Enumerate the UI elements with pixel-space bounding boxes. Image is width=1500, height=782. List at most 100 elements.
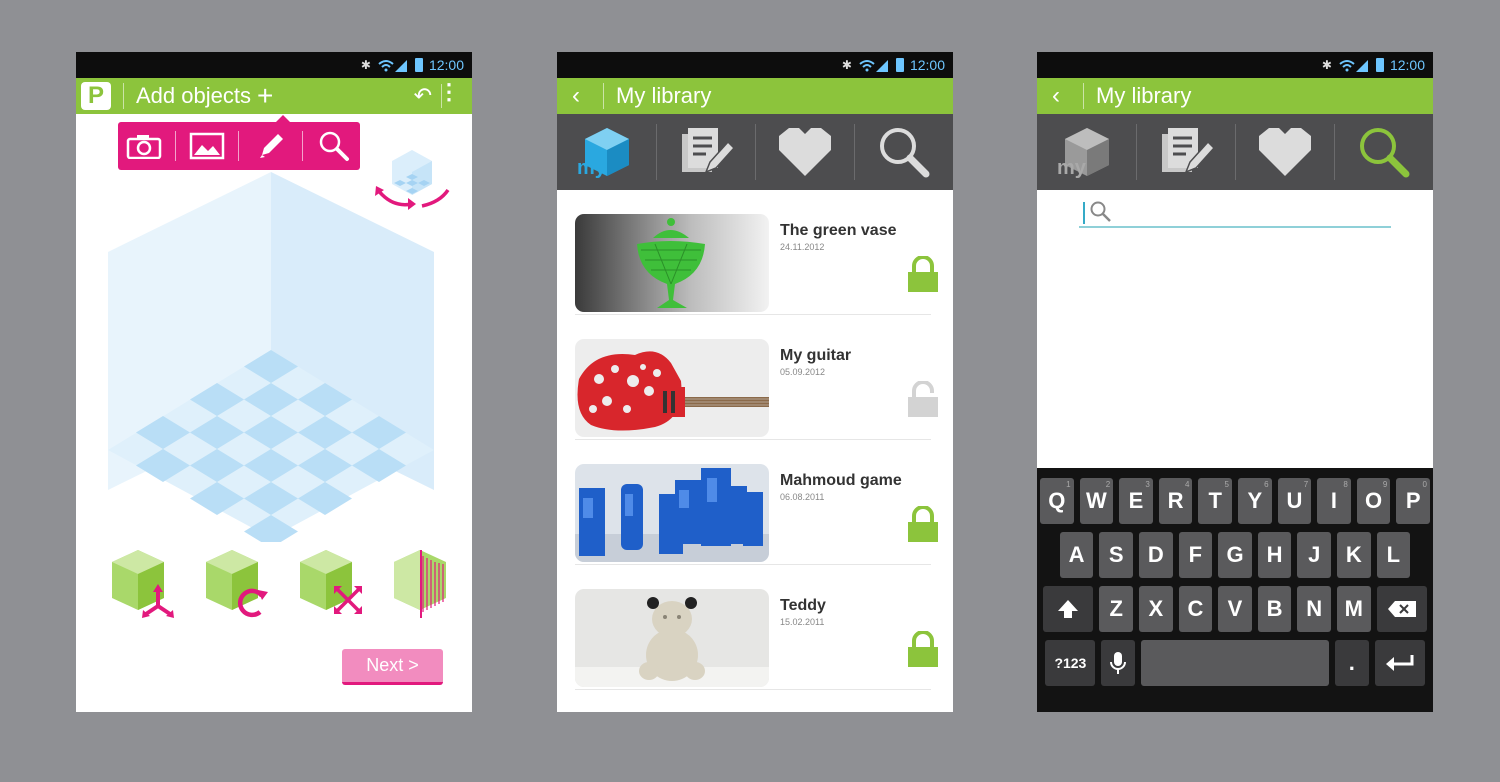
overflow-menu-icon[interactable]: ⋮ — [438, 81, 460, 103]
bluetooth-icon: ✱ — [1321, 58, 1332, 72]
app-logo[interactable]: P — [81, 82, 111, 110]
tab-my-objects[interactable]: my — [1037, 114, 1136, 190]
space-key[interactable] — [1141, 640, 1329, 686]
move-icon[interactable] — [108, 548, 178, 620]
item-name: My guitar — [780, 347, 852, 364]
key-q[interactable]: 1Q — [1040, 478, 1074, 524]
divider — [1083, 83, 1084, 109]
lock-closed-icon[interactable] — [907, 256, 939, 294]
key-r[interactable]: 4R — [1158, 478, 1193, 524]
key-e[interactable]: 3E — [1119, 478, 1153, 524]
key-label: Y — [1247, 488, 1263, 513]
3d-workspace[interactable] — [106, 170, 440, 542]
text-cursor — [1083, 202, 1085, 224]
key-x[interactable]: X — [1139, 586, 1173, 632]
gallery-button[interactable] — [187, 129, 227, 163]
signal-icon — [378, 60, 407, 72]
key-f[interactable]: F — [1178, 532, 1213, 578]
rotate-icon[interactable] — [202, 548, 272, 620]
heart-icon — [778, 128, 831, 176]
tab-favorites[interactable] — [755, 114, 854, 190]
letter-keys: ZXCVBNM — [1099, 586, 1371, 632]
backspace-icon — [1387, 601, 1416, 617]
back-icon[interactable]: ‹ — [1041, 82, 1071, 110]
library-list: The green vase 24.11.2012 My guitar 05.0… — [557, 190, 953, 690]
key-i[interactable]: 8I — [1317, 478, 1351, 524]
key-p[interactable]: 0P — [1396, 478, 1430, 524]
battery-icon — [1375, 58, 1384, 72]
key-n[interactable]: N — [1297, 586, 1331, 632]
key-t[interactable]: 5T — [1198, 478, 1232, 524]
list-item[interactable]: Mahmoud game 06.08.2011 — [575, 440, 938, 565]
tab-my-objects[interactable]: my — [557, 114, 656, 190]
key-label: O — [1365, 488, 1383, 513]
key-d[interactable]: D — [1139, 532, 1173, 578]
status-time: 12:00 — [909, 57, 945, 73]
symbols-key[interactable]: ?123 — [1045, 640, 1096, 686]
scale-icon[interactable] — [296, 548, 366, 620]
key-k[interactable]: K — [1336, 532, 1371, 578]
search-input[interactable] — [1079, 198, 1391, 228]
key-z[interactable]: Z — [1099, 586, 1134, 632]
lock-open-icon[interactable] — [907, 381, 939, 419]
add-icon[interactable]: + — [257, 82, 273, 110]
backspace-key[interactable] — [1376, 586, 1427, 632]
key-v[interactable]: V — [1218, 586, 1252, 632]
list-item[interactable]: Teddy 15.02.2011 — [575, 565, 938, 690]
list-item[interactable]: My guitar 05.09.2012 — [575, 315, 938, 440]
key-c[interactable]: C — [1178, 586, 1213, 632]
lock-closed-icon[interactable] — [907, 631, 939, 669]
key-s[interactable]: S — [1099, 532, 1134, 578]
key-hint: 5 — [1224, 480, 1229, 489]
voice-key[interactable] — [1101, 640, 1135, 686]
key-y[interactable]: 6Y — [1238, 478, 1272, 524]
period-key[interactable]: . — [1335, 640, 1369, 686]
battery-icon — [895, 58, 904, 72]
enter-icon — [1385, 655, 1414, 671]
draw-button[interactable] — [251, 129, 291, 163]
lock-closed-icon[interactable] — [907, 506, 939, 544]
shift-key[interactable] — [1043, 586, 1094, 632]
key-o[interactable]: 9O — [1356, 478, 1391, 524]
key-b[interactable]: B — [1257, 586, 1292, 632]
pencil-icon — [259, 134, 283, 158]
thumbnail-image — [575, 214, 769, 312]
key-u[interactable]: 7U — [1277, 478, 1312, 524]
search-icon — [320, 131, 350, 161]
tab-documents[interactable] — [656, 114, 755, 190]
thumbnail-image — [575, 589, 769, 687]
tab-favorites[interactable] — [1235, 114, 1334, 190]
keyboard-row: ZXCVBNM — [1037, 586, 1433, 632]
key-a[interactable]: A — [1059, 532, 1094, 578]
key-hint: 4 — [1184, 480, 1190, 489]
document-edit-icon — [681, 128, 735, 174]
key-hint: 1 — [1066, 480, 1071, 489]
key-j[interactable]: J — [1297, 532, 1331, 578]
key-label: T — [1208, 488, 1222, 513]
status-bar: ✱ 12:00 — [1037, 52, 1433, 78]
status-bar: ✱ 12:00 — [557, 52, 953, 78]
undo-icon[interactable]: ↶ — [414, 83, 432, 109]
search-icon — [1090, 201, 1111, 222]
slice-icon[interactable] — [390, 548, 460, 620]
back-icon[interactable]: ‹ — [561, 82, 591, 110]
camera-button[interactable] — [124, 129, 164, 163]
key-g[interactable]: G — [1218, 532, 1252, 578]
page-title: My library — [616, 83, 712, 108]
status-bar: ✱ 12:00 — [76, 52, 472, 78]
key-label: U — [1286, 488, 1303, 513]
tab-search[interactable] — [1334, 114, 1433, 190]
key-w[interactable]: 2W — [1079, 478, 1114, 524]
library-tabs: my — [557, 114, 953, 190]
key-hint: 6 — [1264, 480, 1269, 489]
tab-search[interactable] — [854, 114, 953, 190]
key-l[interactable]: L — [1376, 532, 1411, 578]
next-button[interactable]: Next > — [342, 649, 443, 685]
key-label: Q — [1048, 488, 1066, 513]
key-m[interactable]: M — [1336, 586, 1371, 632]
list-item[interactable]: The green vase 24.11.2012 — [575, 190, 938, 315]
key-h[interactable]: H — [1257, 532, 1292, 578]
search-button[interactable] — [314, 129, 354, 163]
enter-key[interactable] — [1374, 640, 1425, 686]
tab-documents[interactable] — [1136, 114, 1235, 190]
